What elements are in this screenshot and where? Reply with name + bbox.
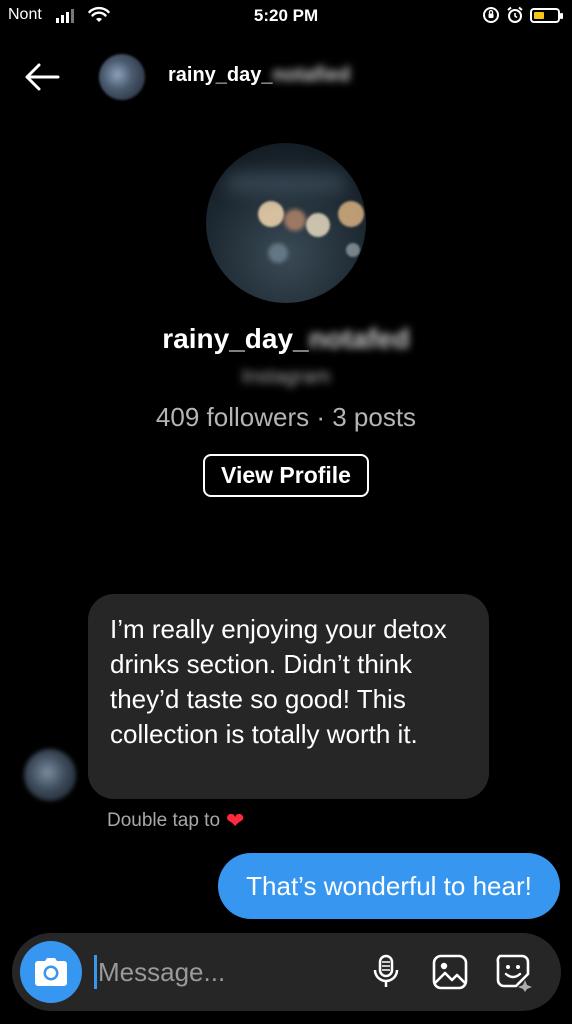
text-caret [94, 955, 97, 989]
status-bar: Nont 5:20 PM [0, 0, 572, 34]
message-input[interactable] [98, 953, 338, 991]
orientation-lock-icon [483, 7, 499, 23]
profile-name: rainy_day_notafed [0, 323, 572, 355]
sender-avatar[interactable] [24, 749, 76, 801]
header-username[interactable]: rainy_day_notafied [168, 64, 350, 87]
microphone-icon [373, 954, 399, 987]
view-profile-button[interactable]: View Profile [203, 454, 369, 497]
profile-subtitle: Instagram [241, 366, 331, 388]
profile-name-visible: rainy_day_ [162, 323, 309, 354]
chat-header: rainy_day_notafied [0, 50, 572, 104]
sticker-icon [496, 954, 532, 992]
header-avatar[interactable] [99, 54, 145, 100]
back-arrow-icon[interactable] [22, 60, 62, 94]
outgoing-message[interactable]: That’s wonderful to hear! [218, 853, 560, 919]
double-tap-hint: Double tap to ❤ [107, 810, 244, 832]
profile-stats: 409 followers · 3 posts [155, 402, 417, 432]
alarm-icon [507, 6, 523, 23]
camera-icon [35, 958, 67, 986]
header-username-visible: rainy_day_ [168, 64, 273, 86]
battery-icon [530, 7, 563, 23]
profile-avatar[interactable] [206, 143, 366, 303]
profile-name-blurred: notafed [308, 323, 410, 354]
camera-button[interactable] [20, 941, 82, 1003]
microphone-button[interactable] [366, 952, 406, 992]
heart-icon: ❤ [226, 808, 245, 833]
header-username-blurred: notafied [272, 64, 351, 86]
gallery-icon [432, 954, 468, 990]
incoming-message[interactable]: I’m really enjoying your detox drinks se… [88, 594, 489, 799]
double-tap-text: Double tap to [107, 810, 221, 831]
sticker-button[interactable] [494, 952, 534, 992]
gallery-button[interactable] [430, 952, 470, 992]
message-composer [12, 933, 561, 1011]
